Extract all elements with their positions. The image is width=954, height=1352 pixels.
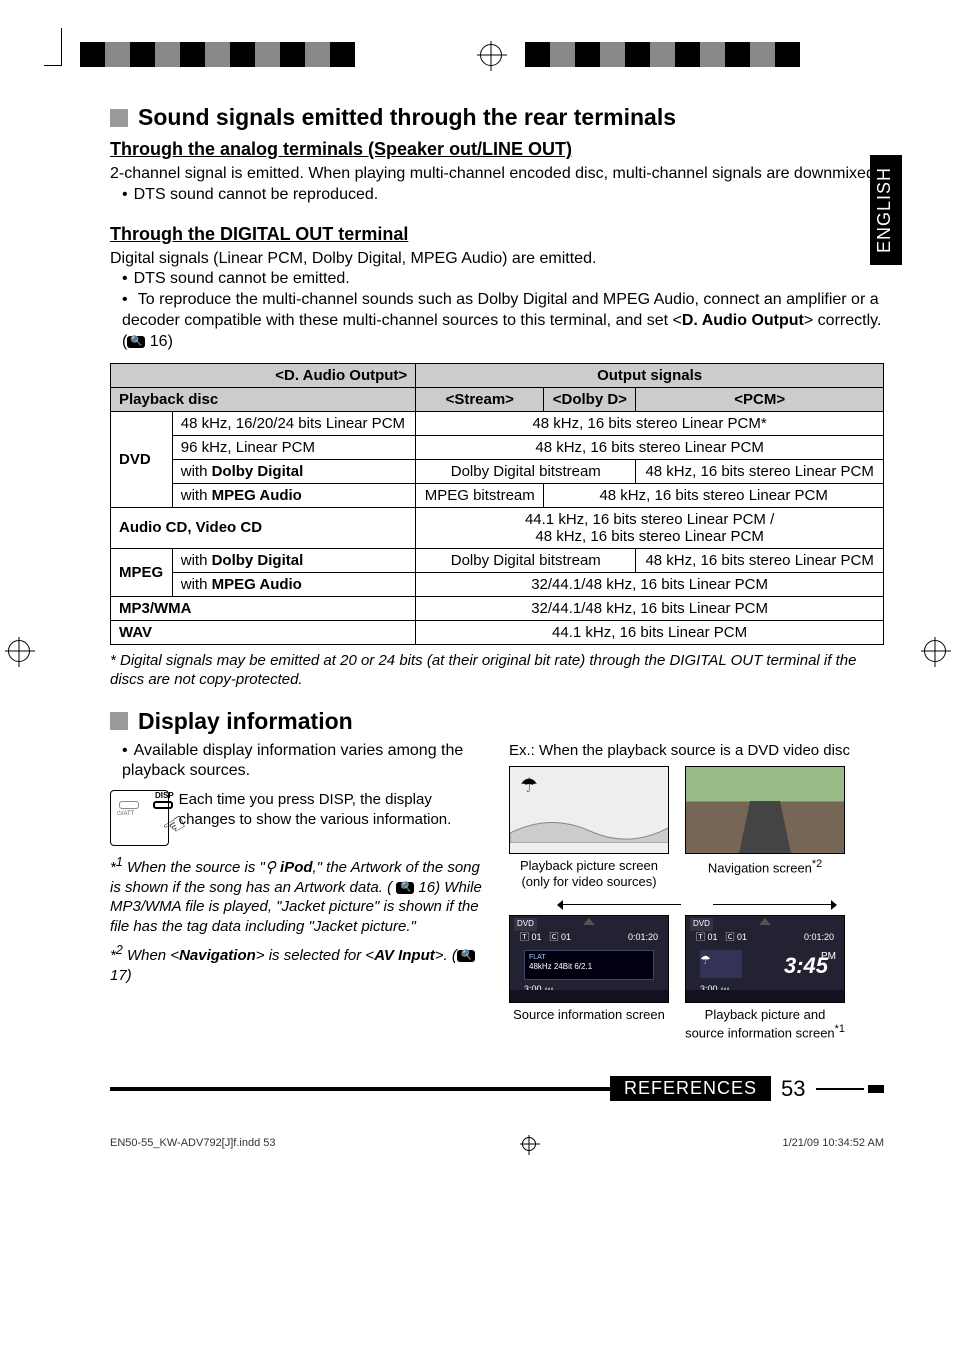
list-item: To reproduce the multi-channel sounds su… — [122, 290, 884, 352]
section-heading-display-info: Display information — [110, 708, 884, 735]
table-cell: 48 kHz, 16 bits stereo Linear PCM — [636, 548, 884, 572]
table-cell: MPEG — [111, 548, 173, 596]
section-title: Display information — [138, 708, 353, 735]
page-footer: REFERENCES 53 — [110, 1081, 884, 1097]
remote-caption: Each time you press DISP, the display ch… — [179, 790, 485, 829]
print-timestamp: 1/21/09 10:34:52 AM — [782, 1137, 884, 1151]
list-item: Available display information varies amo… — [122, 741, 485, 783]
manual-ref-icon: 🔍 — [127, 336, 145, 348]
table-cell: 32/44.1/48 kHz, 16 bits Linear PCM — [416, 572, 884, 596]
table-cell: WAV — [111, 620, 416, 644]
section-title: Sound signals emitted through the rear t… — [138, 104, 676, 131]
arrow-right-icon — [707, 901, 837, 909]
wave-icon — [510, 813, 669, 843]
transition-arrows — [509, 901, 884, 909]
example-intro: Ex.: When the playback source is a DVD v… — [509, 741, 884, 761]
footnote-2: *2 When <Navigation> is selected for <AV… — [110, 942, 485, 985]
table-cell: 48 kHz, 16 bits stereo Linear PCM — [544, 483, 884, 507]
table-footnote: * Digital signals may be emitted at 20 o… — [110, 651, 884, 690]
table-cell: 44.1 kHz, 16 bits stereo Linear PCM /48 … — [416, 507, 884, 548]
table-cell: 44.1 kHz, 16 bits Linear PCM — [416, 620, 884, 644]
table-cell: Audio CD, Video CD — [111, 507, 416, 548]
table-cell: MP3/WMA — [111, 596, 416, 620]
table-cell: Dolby Digital bitstream — [416, 548, 636, 572]
screen-caption: Navigation screen*2 — [685, 858, 845, 876]
table-cell: 96 kHz, Linear PCM — [172, 435, 415, 459]
table-header: Output signals — [416, 363, 884, 387]
body-text: Digital signals (Linear PCM, Dolby Digit… — [110, 249, 884, 270]
table-cell: DVD — [111, 411, 173, 507]
subheading-digital: Through the DIGITAL OUT terminal — [110, 224, 884, 245]
page-number: 53 — [771, 1076, 815, 1102]
table-cell: MPEG bitstream — [416, 483, 544, 507]
source-info-screen: DVD 🅃 01🄲 010:01:20 FLAT48kHz 24Bit 6/2.… — [509, 915, 669, 1003]
table-header: <D. Audio Output> — [111, 363, 416, 387]
screen-caption: Source information screen — [509, 1007, 669, 1023]
registration-mark-icon — [522, 1137, 536, 1151]
manual-ref-icon: 🔍 — [396, 882, 414, 894]
screen-caption: Playback picture and source information … — [685, 1007, 845, 1041]
section-heading-sound-signals: Sound signals emitted through the rear t… — [110, 104, 884, 131]
print-file: EN50-55_KW-ADV792[J]f.indd 53 — [110, 1137, 276, 1151]
playback-picture-screen: ☂ — [509, 766, 669, 854]
table-cell: with Dolby Digital — [172, 548, 415, 572]
table-header: <PCM> — [636, 387, 884, 411]
table-cell: 48 kHz, 16 bits stereo Linear PCM* — [416, 411, 884, 435]
table-header: <Stream> — [416, 387, 544, 411]
table-cell: with MPEG Audio — [172, 572, 415, 596]
playback-and-source-screen: DVD 🅃 01🄲 010:01:20 ☂ 3:45 PM 3:00 AM — [685, 915, 845, 1003]
print-metadata: EN50-55_KW-ADV792[J]f.indd 53 1/21/09 10… — [110, 1137, 884, 1151]
umbrella-icon: ☂ — [520, 773, 538, 799]
table-cell: 48 kHz, 16 bits stereo Linear PCM — [636, 459, 884, 483]
square-bullet-icon — [110, 109, 128, 127]
navigation-screen — [685, 766, 845, 854]
manual-ref-icon: 🔍 — [457, 950, 475, 962]
table-header: Playback disc — [111, 387, 416, 411]
footer-section-label: REFERENCES — [610, 1076, 771, 1101]
arrow-left-icon — [557, 901, 687, 909]
table-header: <Dolby D> — [544, 387, 636, 411]
footnote-1: *1 When the source is "⚲ iPod," the Artw… — [110, 854, 485, 936]
table-cell: with MPEG Audio — [172, 483, 415, 507]
table-cell: 32/44.1/48 kHz, 16 bits Linear PCM — [416, 596, 884, 620]
list-item: DTS sound cannot be reproduced. — [122, 185, 884, 206]
remote-panel-icon: ⏻/ATT DISP ☜ — [110, 790, 169, 846]
subheading-analog: Through the analog terminals (Speaker ou… — [110, 139, 884, 160]
body-text: 2-channel signal is emitted. When playin… — [110, 164, 884, 185]
screen-caption: Playback picture screen (only for video … — [509, 858, 669, 889]
remote-illustration: ⏻/ATT DISP ☜ Each time you press DISP, t… — [110, 790, 485, 846]
list-item: DTS sound cannot be emitted. — [122, 269, 884, 290]
square-bullet-icon — [110, 712, 128, 730]
table-cell: Dolby Digital bitstream — [416, 459, 636, 483]
table-cell: with Dolby Digital — [172, 459, 415, 483]
table-cell: 48 kHz, 16 bits stereo Linear PCM — [416, 435, 884, 459]
table-cell: 48 kHz, 16/20/24 bits Linear PCM — [172, 411, 415, 435]
output-signals-table: <D. Audio Output> Output signals Playbac… — [110, 363, 884, 645]
